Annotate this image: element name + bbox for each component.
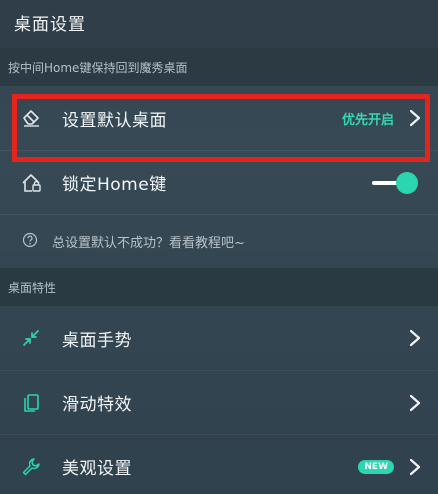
gesture-row[interactable]: 桌面手势 [0,306,438,370]
lock-home-key-label: 锁定Home键 [62,175,167,195]
section-header-features: 桌面特性 [0,268,438,306]
scroll-effect-row[interactable]: 滑动特效 [0,370,438,434]
appearance-row[interactable]: 美观设置 NEW [0,434,438,494]
eraser-icon [20,107,42,129]
home-lock-icon [20,172,42,194]
help-tutorial-row[interactable]: 总设置默认不成功？看看教程吧~ [0,214,438,268]
compress-arrows-icon [20,327,42,349]
chevron-right-icon [409,329,421,347]
page-title: 桌面设置 [14,15,86,35]
chevron-right-icon [409,458,421,475]
copy-pages-icon [20,392,42,414]
home-settings-card: 设置默认桌面 优先开启 锁定Home键 总设置默认不成功？看看教程吧~ [0,86,438,268]
wrench-icon [20,456,42,478]
features-card: 桌面手势 滑动特效 美观设置 NEW [0,306,438,494]
chevron-right-icon [409,109,421,127]
new-badge: NEW [358,459,394,474]
section-header-home-key: 按中间Home键保持回到魔秀桌面 [0,48,438,86]
appearance-label: 美观设置 [62,459,132,479]
lock-home-toggle[interactable] [372,171,418,194]
set-default-launcher-label: 设置默认桌面 [62,110,167,131]
toggle-knob [396,171,418,194]
scroll-effect-label: 滑动特效 [62,395,132,415]
set-default-launcher-row[interactable]: 设置默认桌面 优先开启 [0,86,438,150]
gesture-label: 桌面手势 [62,330,132,351]
chevron-right-icon [409,394,421,411]
question-circle-icon [22,232,38,252]
lock-home-key-row[interactable]: 锁定Home键 [0,150,438,214]
title-bar: 桌面设置 [0,0,438,48]
help-tutorial-text: 总设置默认不成功？看看教程吧~ [52,236,245,251]
priority-status: 优先开启 [341,112,394,128]
